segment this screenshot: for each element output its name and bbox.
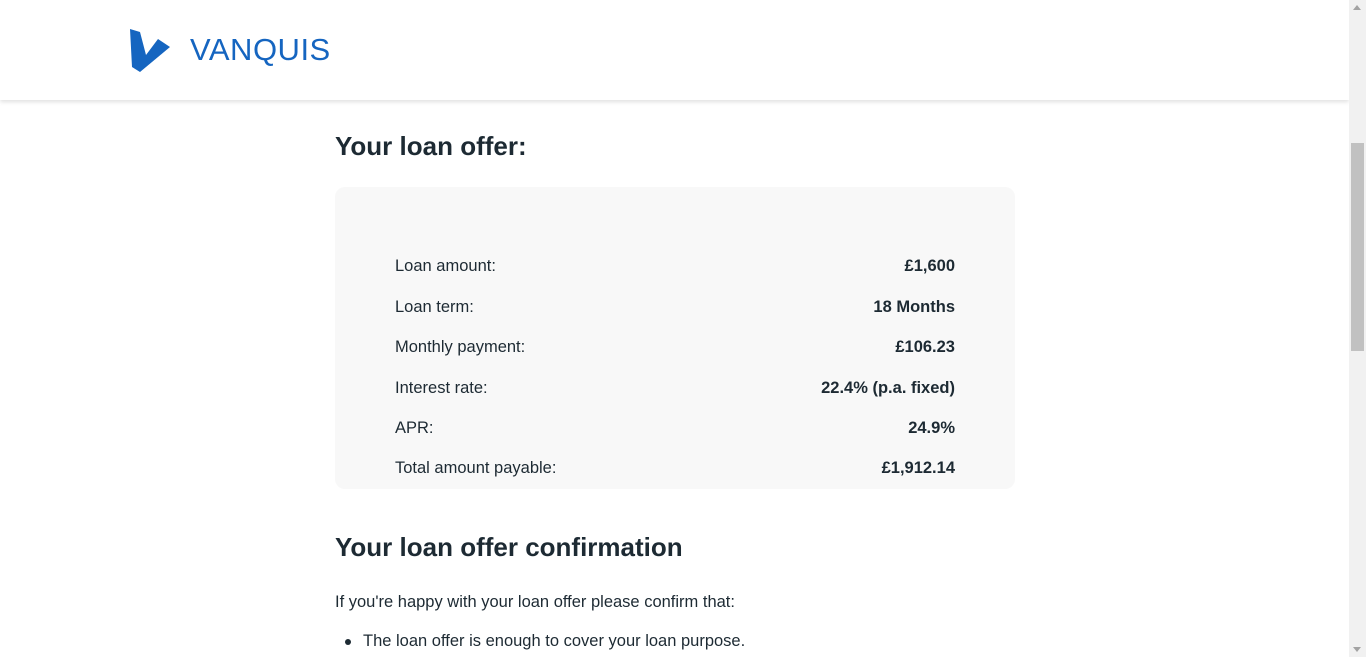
offer-label: APR: [395,419,434,437]
site-header: VANQUIS [0,0,1349,100]
offer-value: 24.9% [908,419,955,437]
scroll-up-arrow-icon[interactable] [1353,5,1361,10]
list-item-text: The loan offer is enough to cover your l… [363,632,746,650]
offer-value: £106.23 [895,338,955,356]
offer-value: £1,912.14 [881,459,955,477]
offer-row-loan-amount: Loan amount: £1,600 [395,257,955,276]
offer-row-interest-rate: Interest rate: 22.4% (p.a. fixed) [395,379,955,398]
vanquis-logo[interactable]: VANQUIS [128,27,331,73]
scroll-down-arrow-icon[interactable] [1353,647,1361,652]
vertical-scrollbar[interactable] [1349,0,1366,657]
offer-value: £1,600 [904,257,955,275]
confirmation-heading: Your loan offer confirmation [335,532,683,562]
offer-label: Total amount payable: [395,459,557,477]
offer-value: 18 Months [873,298,955,316]
offer-row-total-payable: Total amount payable: £1,912.14 [395,459,955,478]
vanquis-v-logo-icon [130,29,170,72]
offer-label: Loan amount: [395,257,496,275]
offer-value: 22.4% (p.a. fixed) [821,379,955,397]
offer-row-apr: APR: 24.9% [395,419,955,438]
bullet-icon [345,639,351,645]
offer-row-monthly-payment: Monthly payment: £106.23 [395,338,955,357]
confirmation-list: The loan offer is enough to cover your l… [335,632,745,651]
offer-label: Loan term: [395,298,474,316]
offer-label: Interest rate: [395,379,488,397]
offer-summary-card: Loan amount: £1,600 Loan term: 18 Months… [335,187,1015,489]
scroll-thumb[interactable] [1351,143,1364,351]
offer-row-loan-term: Loan term: 18 Months [395,298,955,317]
offer-heading: Your loan offer: [335,131,527,161]
brand-name: VANQUIS [190,32,331,67]
offer-label: Monthly payment: [395,338,526,356]
list-item: The loan offer is enough to cover your l… [335,632,745,651]
confirmation-intro: If you're happy with your loan offer ple… [335,593,735,611]
page: VANQUIS Your loan offer: Loan amount: £1… [0,0,1366,657]
